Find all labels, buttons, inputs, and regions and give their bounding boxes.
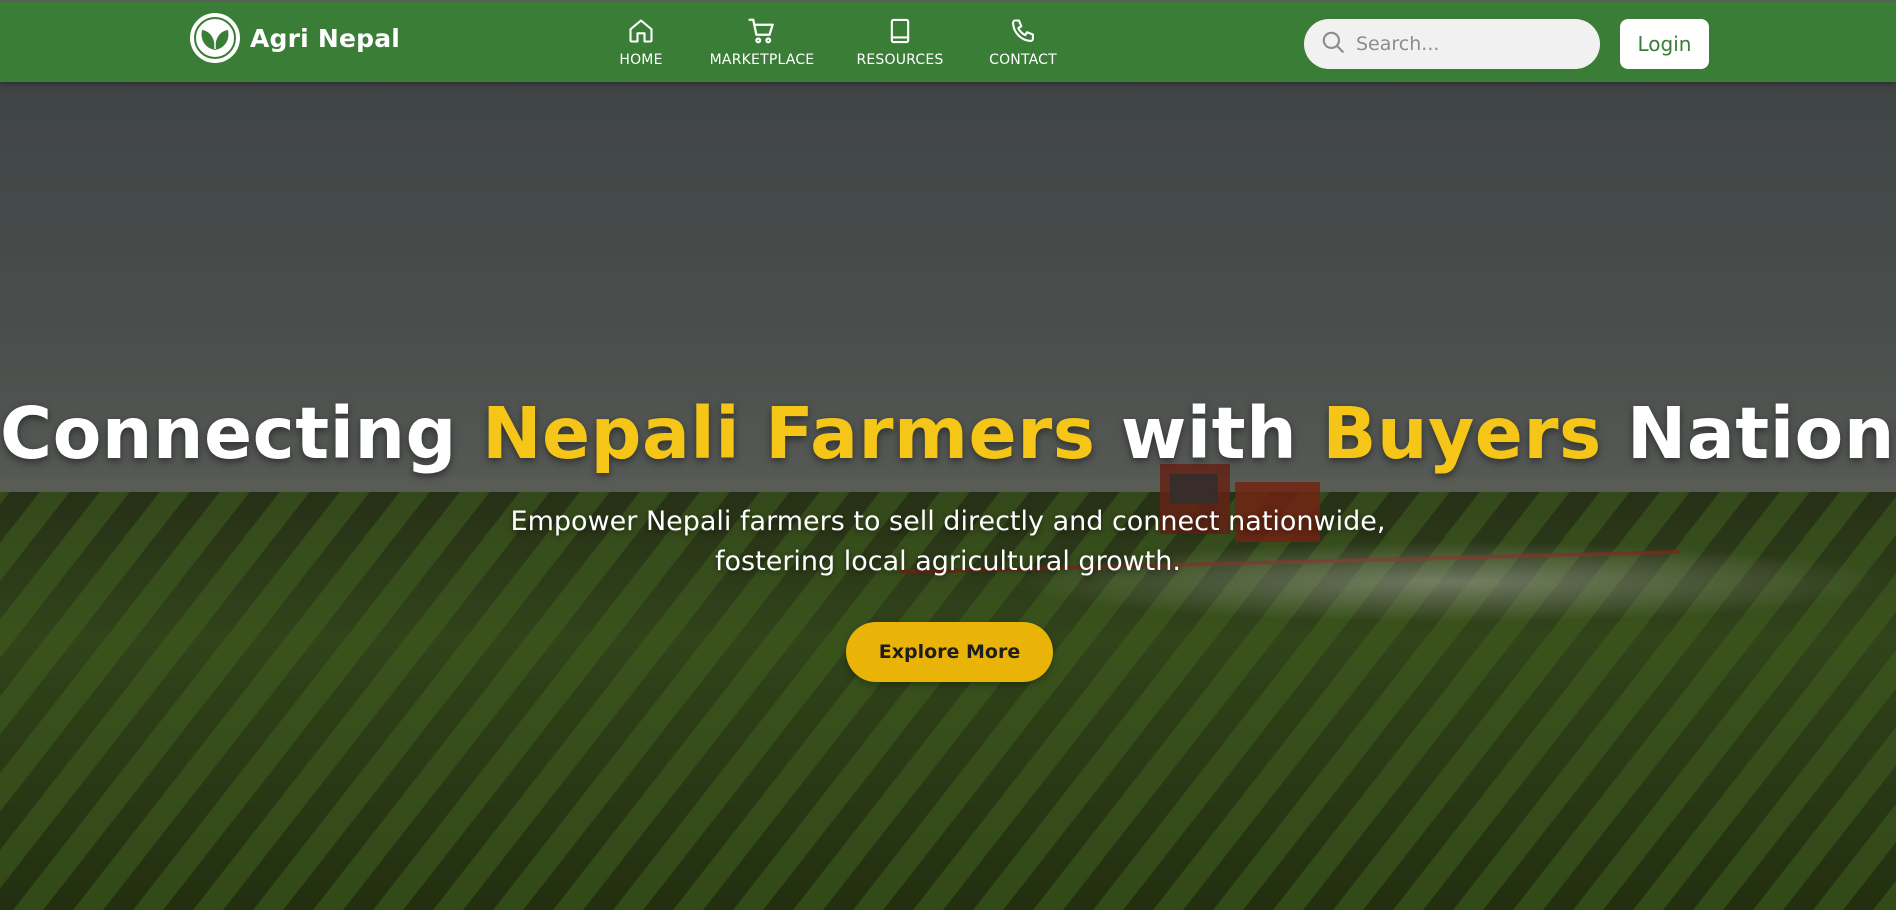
hero-subtitle: Empower Nepali farmers to sell directly … <box>448 502 1448 582</box>
hero-title-part-1: Connecting <box>0 392 483 475</box>
nav-marketplace[interactable]: MARKETPLACE <box>704 14 820 68</box>
nav-resources[interactable]: RESOURCES <box>852 14 948 68</box>
hero-dark-overlay <box>0 82 1896 910</box>
login-button[interactable]: Login <box>1620 19 1709 69</box>
hero-title-part-5: Nationwide <box>1626 392 1896 475</box>
nav-contact[interactable]: CONTACT <box>984 14 1062 68</box>
nav-resources-label: RESOURCES <box>856 52 944 68</box>
search-icon <box>1320 29 1346 59</box>
hero-title-highlight-buyers: Buyers <box>1322 392 1602 475</box>
nav-home-label: HOME <box>619 52 663 68</box>
nav-home[interactable]: HOME <box>612 14 670 68</box>
explore-more-button[interactable]: Explore More <box>846 622 1053 682</box>
book-icon <box>883 14 917 48</box>
hero-section: Connecting Nepali Farmers with Buyers Na… <box>0 82 1896 910</box>
hero-subtitle-line-1: Empower Nepali farmers to sell directly … <box>510 506 1386 537</box>
search-bar[interactable] <box>1304 19 1600 69</box>
cart-icon <box>745 14 779 48</box>
brand-name: Agri Nepal <box>250 23 401 53</box>
phone-icon <box>1006 14 1040 48</box>
leaf-logo-icon <box>190 13 240 63</box>
hero-title-part-3: with <box>1095 392 1323 475</box>
nav-contact-label: CONTACT <box>989 52 1057 68</box>
top-navbar: Agri Nepal HOME MARKETPLACE RESOURCES CO… <box>0 0 1896 82</box>
brand-link[interactable]: Agri Nepal <box>190 13 400 63</box>
nav-marketplace-label: MARKETPLACE <box>709 52 815 68</box>
hero-title-highlight-farmers: Nepali Farmers <box>482 392 1096 475</box>
hero-title: Connecting Nepali Farmers with Buyers Na… <box>0 392 1896 475</box>
home-icon <box>624 14 658 48</box>
hero-subtitle-line-2: fostering local agricultural growth. <box>715 546 1181 577</box>
search-input[interactable] <box>1356 33 1586 55</box>
